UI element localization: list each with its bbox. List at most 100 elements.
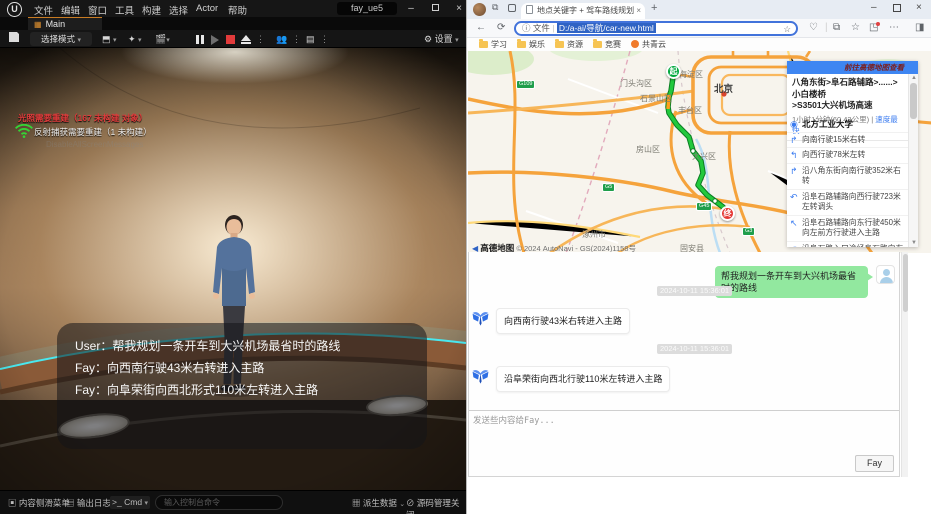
- route-step[interactable]: ↖沿阜石路辅路向东行驶450米向左前方行驶进入主路: [787, 216, 908, 242]
- ue-menu-file[interactable]: 文件: [34, 3, 53, 17]
- console-command-input[interactable]: [155, 495, 283, 510]
- road-shield: G109: [516, 80, 535, 89]
- blueprints-button[interactable]: ✦ ▾: [128, 32, 142, 46]
- route-end-marker[interactable]: 终: [720, 206, 735, 221]
- bookmark-gongqingyun[interactable]: 共青云: [631, 39, 666, 50]
- source-control-button[interactable]: ⊘ 源码管理关闭: [406, 497, 466, 514]
- url-scheme-chip: 文件: [533, 23, 550, 33]
- ue-3d-viewport[interactable]: 光照需要重建（167 未构建 对象） 反射捕获需要重建（1 未构建） Disab…: [0, 48, 466, 490]
- ue-toolbar: 选择模式 ▾ ⬒ ▾ ✦ ▾ 🎬▾ ⋮ 👥 ⋮ ▤ ⋮ ⚙ 设置 ▾: [0, 30, 466, 48]
- ue-maximize-button[interactable]: [427, 2, 443, 15]
- favorites-list-icon[interactable]: ☆: [851, 22, 860, 33]
- unreal-logo-icon[interactable]: U: [7, 2, 22, 17]
- extensions-icon[interactable]: ◳: [869, 22, 878, 33]
- ue-minimize-button[interactable]: –: [403, 2, 419, 15]
- back-icon[interactable]: ←: [476, 22, 486, 33]
- split-screen-icon[interactable]: ⧉: [833, 22, 840, 33]
- more-menu-icon[interactable]: ⋯: [889, 22, 899, 33]
- map-label-shijingshan: 石景山区: [640, 93, 672, 104]
- open-amap-link[interactable]: 前往高德地图查看: [787, 61, 918, 74]
- ue-close-button[interactable]: ×: [451, 2, 467, 15]
- ue-menu-help[interactable]: 帮助: [228, 3, 247, 17]
- subtitle-line-fay-2: Fay：向阜荣街向西北形式110米左转进入主路: [75, 379, 409, 401]
- platforms-options-menu[interactable]: ⋮: [320, 32, 329, 46]
- output-log-button[interactable]: ▤ 输出日志: [66, 497, 111, 509]
- chat-container: 帮我规划一条开车到大兴机场最省时的路线 2024-10-11 15:36:01 …: [468, 252, 900, 477]
- chat-scrollbar[interactable]: [901, 252, 908, 477]
- bookmark-study[interactable]: 学习: [479, 39, 507, 50]
- cinematics-button[interactable]: 🎬▾: [155, 32, 170, 46]
- multi-user-options-menu[interactable]: ⋮: [292, 32, 301, 46]
- route-step[interactable]: ↰向西行驶78米左转: [787, 148, 908, 164]
- select-mode-dropdown[interactable]: 选择模式 ▾: [30, 32, 92, 46]
- derived-data-button[interactable]: ▦ 派生数据 ⌄: [352, 497, 405, 511]
- sidebar-toggle-icon[interactable]: ◨: [915, 22, 924, 33]
- lighting-rebuild-warning: 光照需要重建（167 未构建 对象）: [18, 112, 147, 124]
- panel-scroll-thumb[interactable]: [910, 83, 917, 119]
- ue-menu-window[interactable]: 窗口: [88, 3, 107, 17]
- route-start-marker[interactable]: 起: [666, 64, 681, 79]
- ue-tab-main-label: Main: [46, 19, 66, 29]
- route-step[interactable]: ↶沿阜石路辅路向西行驶723米左转调头: [787, 190, 908, 216]
- ue-menu-build[interactable]: 构建: [142, 3, 161, 17]
- tab-close-icon[interactable]: ×: [636, 3, 641, 19]
- platforms-button[interactable]: ▤: [306, 32, 315, 46]
- info-icon[interactable]: ⓘ: [522, 23, 531, 33]
- bookmark-entertainment[interactable]: 娱乐: [517, 39, 545, 50]
- stop-button[interactable]: [226, 32, 235, 46]
- browser-maximize-button[interactable]: [893, 4, 901, 12]
- ue-tab-main[interactable]: ▦Main: [28, 17, 102, 30]
- route-step[interactable]: ↱沿八角东街向南行驶352米右转: [787, 164, 908, 190]
- eject-button[interactable]: [241, 32, 251, 46]
- bookmark-contest[interactable]: 竞赛: [593, 39, 621, 50]
- scroll-down-icon[interactable]: ▼: [909, 239, 918, 247]
- multi-user-button[interactable]: 👥: [276, 32, 287, 46]
- address-bar[interactable]: ⓘ 文件 | D:/a-ai/导航/car-new.html ☆: [514, 21, 798, 36]
- subtitle-line-user: User：帮我规划一条开车到大兴机场最省时的路线: [75, 335, 409, 357]
- play-options-menu[interactable]: ⋮: [256, 32, 265, 46]
- timestamp: 2024-10-11 15:36:01: [657, 344, 732, 354]
- route-step[interactable]: ↱向南行驶15米右转: [787, 133, 908, 149]
- ue-menu-tools[interactable]: 工具: [115, 3, 134, 17]
- browser-essentials-icon[interactable]: ♡: [809, 22, 818, 33]
- folder-icon: [555, 41, 564, 48]
- road-shield: G3: [742, 227, 755, 236]
- favorite-star-icon[interactable]: ☆: [783, 24, 791, 35]
- content-drawer-button[interactable]: ▣ 内容侧滑菜单: [8, 497, 70, 509]
- browser-tab-active[interactable]: 地点关键字 + 驾车路线规划 ×: [521, 3, 645, 19]
- tab-actions-icon[interactable]: [508, 4, 516, 12]
- settings-dropdown[interactable]: ⚙ 设置 ▾: [424, 32, 459, 46]
- add-actor-button[interactable]: ⬒ ▾: [102, 32, 117, 46]
- panel-scrollbar[interactable]: ▲ ▼: [908, 74, 918, 247]
- source-control-label: 源码管理关闭: [406, 498, 459, 514]
- bookmark-resources[interactable]: 资源: [555, 39, 583, 50]
- route-summary-line1: 八角东街>阜石路辅路>......>小白楼桥: [792, 77, 903, 100]
- browser-close-button[interactable]: ×: [916, 2, 922, 13]
- ue-menu-select[interactable]: 选择: [169, 3, 188, 17]
- browser-minimize-button[interactable]: –: [871, 2, 877, 13]
- amap-map[interactable]: 北京 海淀区 门头沟区 石景山区 丰台区 房山区 大兴区 涿州市 固安县 G10…: [468, 51, 931, 253]
- save-button[interactable]: [9, 32, 19, 46]
- pause-button[interactable]: [196, 32, 206, 46]
- scroll-up-icon[interactable]: ▲: [909, 74, 918, 82]
- frame-skip-button[interactable]: [211, 32, 219, 46]
- chat-scroll-thumb[interactable]: [903, 254, 908, 312]
- fay-bot-avatar: [471, 367, 490, 386]
- output-log-label: 输出日志: [77, 498, 111, 508]
- url-text-selected[interactable]: D:/a-ai/导航/car-new.html: [557, 23, 656, 33]
- chat-message-input[interactable]: [469, 411, 897, 451]
- turn-right-icon: ↱: [790, 135, 802, 146]
- new-tab-button[interactable]: +: [651, 2, 657, 14]
- ue-menu-actor[interactable]: Actor: [196, 3, 218, 14]
- stop-icon: [226, 35, 235, 44]
- edge-browser-window: ⧉ 地点关键字 + 驾车路线规划 × + – × ← ⟳ ⓘ 文件 | D:/a…: [466, 0, 931, 514]
- ue-menu-edit[interactable]: 编辑: [61, 3, 80, 17]
- refresh-icon[interactable]: ⟳: [497, 22, 505, 33]
- route-step[interactable]: ↗沿阜石路入口途经阜石路向东行驶377米向右前方行驶进入匝道: [787, 242, 908, 248]
- send-button[interactable]: Fay: [855, 455, 894, 472]
- workspaces-icon[interactable]: ⧉: [492, 2, 498, 13]
- user-message-bubble: 帮我规划一条开车到大兴机场最省时的路线: [715, 266, 868, 298]
- cmd-dropdown[interactable]: >_ Cmd ▾: [110, 496, 150, 509]
- route-step[interactable]: ◉北方工业大学: [787, 117, 908, 133]
- profile-avatar[interactable]: [473, 3, 486, 16]
